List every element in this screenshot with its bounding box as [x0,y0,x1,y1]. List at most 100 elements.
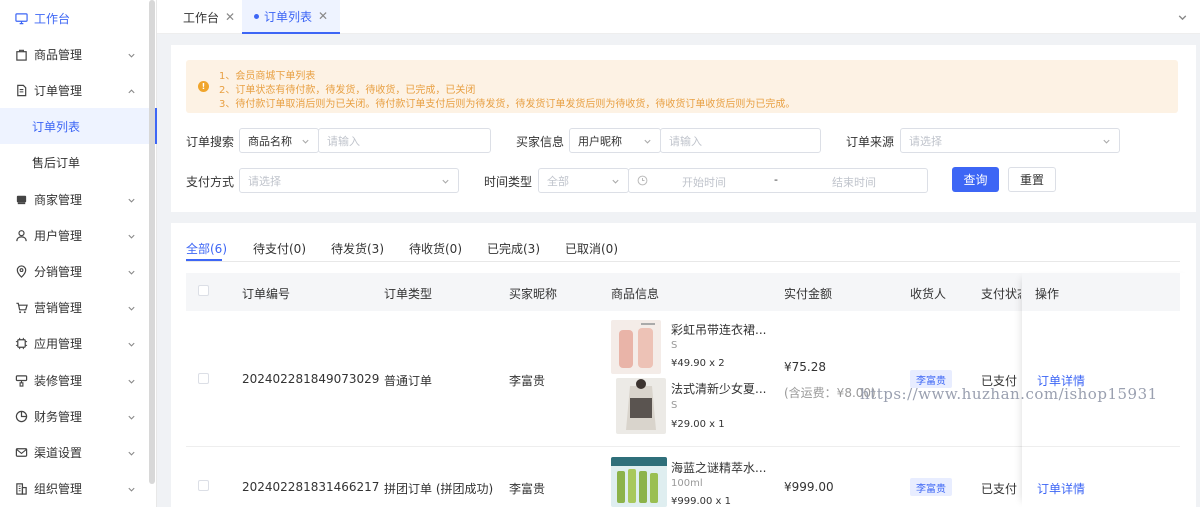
row-checkbox[interactable] [198,373,209,384]
select-value: 用户昵称 [578,134,622,148]
source-select[interactable]: 请选择 [900,128,1120,153]
chevron-up-icon [127,85,137,95]
product-price-qty: ¥999.00 x 1 [671,496,731,507]
status-tab-all[interactable]: 全部(6) [186,240,227,257]
source-label: 订单来源 [846,135,895,149]
sidebar-item-label: 用户管理 [34,228,83,243]
row-divider [186,446,1180,447]
brush-icon [14,373,28,387]
close-icon[interactable]: ✕ [318,9,328,23]
select-placeholder: 请选择 [248,174,281,188]
user-icon [14,228,28,242]
column-header: 实付金额 [784,287,833,301]
sidebar-item-users[interactable]: 用户管理 [0,217,149,253]
table-header: 订单编号 订单类型 买家昵称 商品信息 实付金额 收货人 支付状态 操作 [186,273,1180,311]
row-checkbox[interactable] [198,480,209,491]
notice-line: 3、待付款订单取消后则为已关闭。待付款订单支付后则为待发货，待发货订单发货后则为… [219,99,796,110]
chevron-down-icon [441,176,450,189]
product-name: 彩虹吊带连衣裙... [671,323,767,337]
sidebar-item-label: 财务管理 [34,409,83,424]
select-value: 商品名称 [248,134,292,148]
chevron-down-icon [127,194,137,204]
sidebar-item-products[interactable]: 商品管理 [0,36,149,72]
sidebar-item-marketing[interactable]: 营销管理 [0,289,149,325]
sidebar-item-finance[interactable]: 财务管理 [0,398,149,434]
sidebar-item-apps[interactable]: 应用管理 [0,325,149,361]
pie-icon [14,409,28,423]
paid-amount: ¥999.00 [784,480,834,494]
chevron-down-icon [127,49,137,59]
status-tab-unpaid[interactable]: 待支付(0) [253,240,306,257]
document-icon [14,83,28,97]
pay-select[interactable]: 请选择 [239,168,459,193]
buyer-type-select[interactable]: 用户昵称 [569,128,661,153]
query-button[interactable]: 查询 [952,167,999,192]
product-price-qty: ¥49.90 x 2 [671,358,725,369]
chevron-down-icon [643,136,652,149]
sidebar-item-organization[interactable]: 组织管理 [0,470,149,506]
chevron-down-icon [127,411,137,421]
buyer-input[interactable]: 请输入 [660,128,821,153]
column-header: 买家昵称 [509,287,558,301]
chevron-down-icon [127,338,137,348]
tab-order-list[interactable]: 订单列表 ✕ [242,0,341,34]
paid-amount: ¥75.28 [784,360,826,374]
sidebar-item-label: 组织管理 [34,481,83,496]
product-sku: 100ml [671,478,703,489]
status-tab-to-receive[interactable]: 待收货(0) [409,240,462,257]
column-header: 支付状态 [981,287,1021,301]
mail-icon [14,445,28,459]
time-type-select[interactable]: 全部 [538,168,629,193]
order-list-panel: 全部(6) 待支付(0) 待发货(3) 待收货(0) 已完成(3) 已取消(0)… [171,223,1196,507]
chevron-down-icon [301,136,310,149]
tab-label: 订单列表 [264,9,313,24]
sidebar-item-merchants[interactable]: 商家管理 [0,181,149,217]
tab-workbench[interactable]: 工作台 ✕ [171,0,247,34]
reset-button[interactable]: 重置 [1008,167,1056,192]
sidebar-item-distribution[interactable]: 分销管理 [0,253,149,289]
chevron-down-icon [1102,136,1111,149]
close-icon[interactable]: ✕ [225,10,235,24]
sidebar-item-decoration[interactable]: 装修管理 [0,362,149,398]
buyer-label: 买家信息 [516,135,565,149]
order-search-input[interactable]: 请输入 [318,128,491,153]
cart-icon [14,300,28,314]
sidebar-item-label: 渠道设置 [34,445,83,460]
sidebar-item-orders[interactable]: 订单管理 [0,72,149,108]
sidebar-item-order-list[interactable]: 订单列表 [0,108,157,144]
chevron-down-icon [127,375,137,385]
time-type-label: 时间类型 [484,175,533,189]
status-tab-to-ship[interactable]: 待发货(3) [331,240,384,257]
order-detail-link[interactable]: 订单详情 [1037,480,1085,497]
date-range-picker[interactable]: 开始时间 - 结束时间 [628,168,928,193]
product-thumbnail [616,378,666,434]
chevron-down-icon[interactable] [1177,12,1188,26]
chip-icon [14,336,28,350]
status-tab-cancelled[interactable]: 已取消(0) [565,240,618,257]
location-icon [14,264,28,278]
order-search-type-select[interactable]: 商品名称 [239,128,319,153]
sidebar-item-label: 订单管理 [34,83,83,98]
pay-label: 支付方式 [186,175,235,189]
warning-icon: ! [198,81,209,92]
tab-label: 工作台 [183,10,220,25]
chevron-down-icon [127,266,137,276]
sidebar-item-label: 应用管理 [34,336,83,351]
column-header: 订单编号 [242,287,291,301]
sidebar-item-label: 装修管理 [34,373,83,388]
chevron-down-icon [127,302,137,312]
chevron-down-icon [611,176,620,189]
sidebar-item-label: 订单列表 [32,119,81,134]
sidebar-item-channels[interactable]: 渠道设置 [0,434,149,470]
sidebar-item-aftersale[interactable]: 售后订单 [0,144,149,180]
notice-line: 2、订单状态有待付款，待发货，待收货，已完成，已关闭 [219,85,476,96]
chevron-down-icon [127,230,137,240]
status-tab-completed[interactable]: 已完成(3) [487,240,540,257]
notice-alert: ! 1、会员商城下单列表 2、订单状态有待付款，待发货，待收货，已完成，已关闭 … [186,60,1178,113]
filter-panel: ! 1、会员商城下单列表 2、订单状态有待付款，待发货，待收货，已完成，已关闭 … [171,45,1196,212]
sidebar-item-workbench[interactable]: 工作台 [0,0,149,36]
clock-icon [637,175,648,186]
pay-status: 已支付 [981,482,1018,496]
sidebar-scrollbar[interactable] [149,0,155,484]
select-all-checkbox[interactable] [198,285,209,296]
